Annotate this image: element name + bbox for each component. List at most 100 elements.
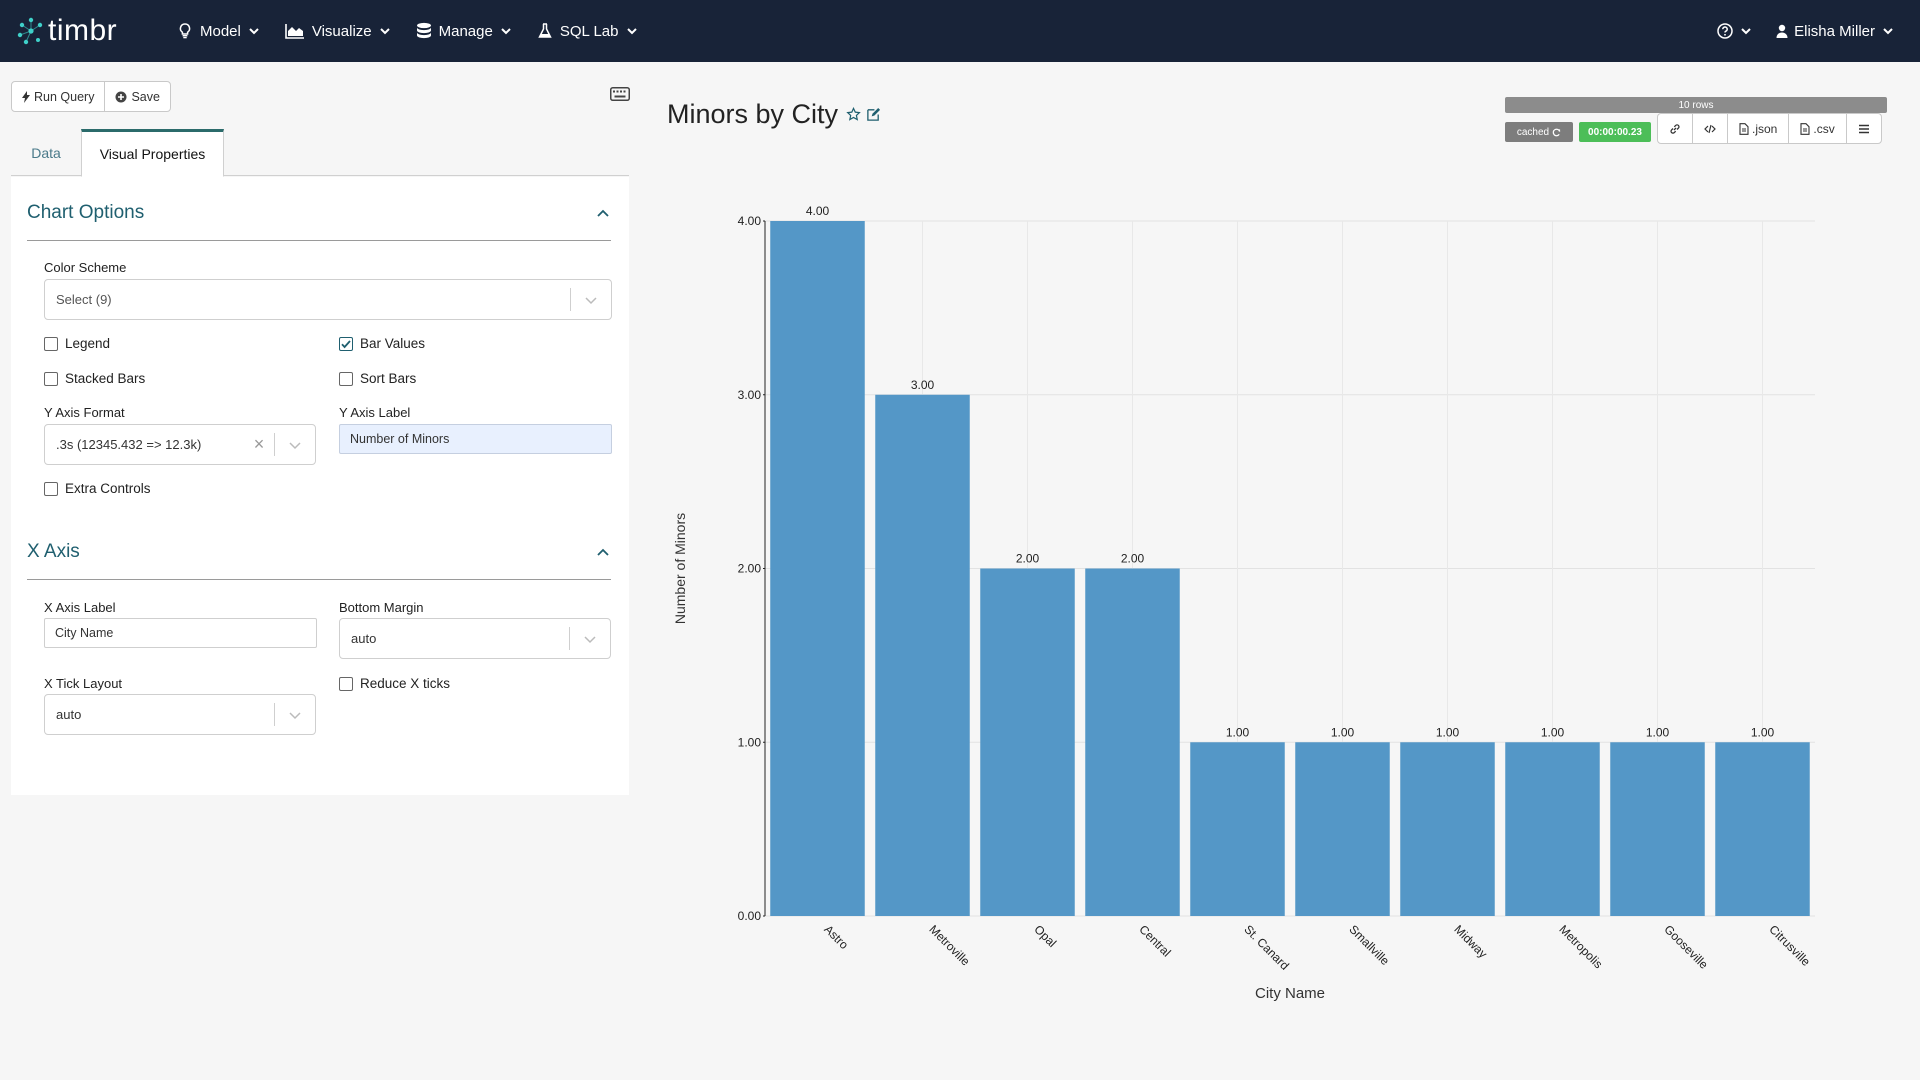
legend-checkbox[interactable]: Legend [44, 336, 110, 351]
reduce-x-ticks-label: Reduce X ticks [360, 676, 451, 691]
user-icon [1776, 24, 1788, 38]
chevron-down-icon [248, 25, 260, 37]
menu-visualize-label: Visualize [311, 22, 372, 40]
x-tick-layout-label: X Tick Layout [44, 676, 123, 691]
bolt-icon [22, 90, 30, 103]
save-button[interactable]: Save [104, 82, 170, 111]
file-icon [1739, 122, 1749, 135]
bottom-margin-select[interactable]: auto [339, 618, 611, 659]
color-scheme-value: Select (9) [56, 292, 112, 307]
bar-metropolis[interactable] [1505, 742, 1600, 916]
chevron-up-icon[interactable] [595, 544, 611, 560]
bar-central[interactable] [1085, 568, 1180, 917]
top-navbar: timbr Model Visualize Manage SQL Lab Eli… [0, 0, 1920, 62]
database-icon [415, 22, 433, 40]
menu-sql-lab[interactable]: SQL Lab [524, 0, 650, 62]
chart-title: Minors by City [667, 99, 881, 130]
main-menu: Model Visualize Manage SQL Lab [164, 0, 650, 62]
chevron-down-icon[interactable] [275, 710, 315, 720]
menu-model[interactable]: Model [164, 0, 272, 62]
y-axis-label-label: Y Axis Label [339, 405, 411, 420]
extra-controls-checkbox[interactable]: Extra Controls [44, 481, 151, 496]
menu-visualize[interactable]: Visualize [272, 0, 403, 62]
sort-bars-label: Sort Bars [360, 371, 417, 386]
user-menu[interactable]: Elisha Miller [1764, 0, 1906, 62]
code-icon [1704, 123, 1716, 135]
keyboard-icon[interactable] [610, 87, 630, 101]
menu-manage-label: Manage [438, 22, 493, 40]
stacked-bars-checkbox[interactable]: Stacked Bars [44, 371, 145, 386]
bottom-margin-label: Bottom Margin [339, 600, 424, 615]
chevron-down-icon[interactable] [571, 295, 611, 305]
link-button[interactable] [1658, 114, 1692, 143]
chart-options-title: Chart Options [27, 201, 145, 223]
y-axis-label-input[interactable] [339, 424, 612, 454]
plus-circle-icon [115, 91, 127, 103]
bar-midway[interactable] [1400, 742, 1495, 916]
export-buttons: .json .csv [1657, 113, 1882, 144]
bar-smallville[interactable] [1295, 742, 1390, 916]
star-icon[interactable] [846, 107, 861, 122]
export-csv-button[interactable]: .csv [1788, 114, 1845, 143]
refresh-icon [1552, 128, 1561, 137]
bar-value-label: 1.00 [1646, 725, 1670, 739]
lightbulb-icon [176, 22, 194, 40]
bar-value-label: 1.00 [1226, 725, 1250, 739]
reduce-x-ticks-checkbox[interactable]: Reduce X ticks [339, 676, 450, 691]
checkbox-box[interactable] [339, 371, 353, 386]
more-options-button[interactable] [1845, 114, 1881, 143]
checkbox-checked[interactable] [339, 336, 353, 351]
stacked-bars-label: Stacked Bars [65, 371, 146, 386]
x-tick-label: Astro [821, 922, 851, 952]
rows-count-bar: 10 rows [1505, 97, 1887, 113]
chevron-up-icon[interactable] [595, 205, 611, 221]
bar-citrusville[interactable] [1715, 742, 1810, 916]
checkbox-box[interactable] [44, 481, 58, 496]
chevron-down-icon [379, 25, 391, 37]
save-label: Save [131, 89, 160, 104]
menu-manage[interactable]: Manage [403, 0, 524, 62]
chevron-down-icon[interactable] [570, 634, 610, 644]
bar-st-canard[interactable] [1190, 742, 1285, 916]
checkbox-box[interactable] [44, 336, 58, 351]
x-axis-label-input[interactable] [44, 618, 317, 648]
user-name: Elisha Miller [1794, 22, 1875, 40]
checkbox-box[interactable] [339, 676, 353, 691]
bar-astro[interactable] [770, 221, 865, 916]
brand-logo[interactable]: timbr [16, 11, 136, 51]
tab-data[interactable]: Data [11, 129, 81, 176]
bar-metroville[interactable] [875, 394, 970, 916]
chevron-down-icon [1882, 25, 1894, 37]
sort-bars-checkbox[interactable]: Sort Bars [339, 371, 416, 386]
extra-controls-label: Extra Controls [65, 481, 151, 496]
y-tick-label: 4.00 [738, 214, 762, 228]
run-query-button[interactable]: Run Query [12, 82, 104, 111]
chart-options-header[interactable]: Chart Options [27, 185, 611, 241]
color-scheme-select[interactable]: Select (9) [44, 279, 612, 320]
checkbox-box[interactable] [44, 371, 58, 386]
x-axis-title: X Axis [27, 540, 80, 562]
x-tick-label: Citrusville [1766, 922, 1813, 969]
tab-visual-properties[interactable]: Visual Properties [81, 129, 224, 177]
clear-icon[interactable]: × [244, 434, 274, 455]
export-json-button[interactable]: .json [1727, 114, 1788, 143]
x-axis-header[interactable]: X Axis [27, 524, 611, 580]
x-tick-layout-select[interactable]: auto [44, 694, 316, 735]
elapsed-time-badge: 00:00:00.23 [1579, 122, 1651, 142]
x-tick-label: Midway [1451, 922, 1490, 961]
help-menu[interactable] [1705, 0, 1764, 62]
y-axis-format-select[interactable]: .3s (12345.432 => 12.3k) × [44, 424, 316, 465]
edit-icon[interactable] [866, 107, 881, 122]
cached-badge[interactable]: cached [1505, 122, 1573, 142]
chevron-down-icon[interactable] [275, 440, 315, 450]
embed-code-button[interactable] [1692, 114, 1727, 143]
y-axis-title: Number of Minors [672, 513, 688, 624]
timbr-logo-icon [17, 17, 43, 45]
x-tick-label: Metroville [926, 922, 972, 968]
bar-opal[interactable] [980, 568, 1075, 917]
panel-tabs: Data Visual Properties [11, 129, 629, 177]
run-query-label: Run Query [34, 89, 95, 104]
bar-gooseville[interactable] [1610, 742, 1705, 916]
bar-values-checkbox[interactable]: Bar Values [339, 336, 425, 351]
visual-properties-panel: Chart Options Color Scheme Select (9) Le… [11, 177, 629, 795]
